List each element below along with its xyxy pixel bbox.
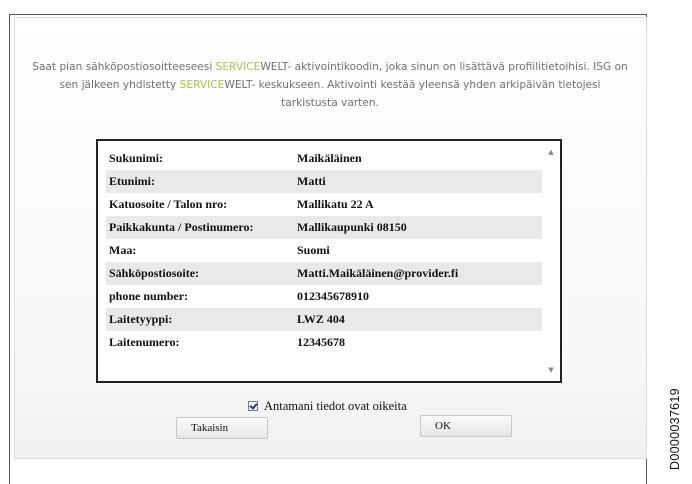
row-value: LWZ 404 — [297, 312, 345, 326]
row-label: Paikkakunta / Postinumero: — [109, 220, 254, 234]
confirm-label: Antamani tiedot ovat oikeita — [264, 398, 407, 413]
confirm-row[interactable]: Antamani tiedot ovat oikeita — [248, 398, 407, 414]
row-label: Laitetyyppi: — [109, 312, 173, 326]
brand-service-2: SERVICE — [179, 79, 225, 91]
row-value: 12345678 — [297, 335, 345, 349]
table-row: Sukunimi: Maikäläinen — [106, 147, 542, 170]
confirm-checkbox[interactable] — [248, 401, 258, 411]
table-row: Laitetyyppi: LWZ 404 — [106, 308, 542, 331]
scroll-up-arrow-icon[interactable]: ▲ — [546, 147, 556, 157]
row-label: Sukunimi: — [109, 151, 164, 165]
row-label: phone number: — [109, 289, 189, 303]
table-row: Maa: Suomi — [106, 239, 542, 262]
row-label: Laitenumero: — [109, 335, 180, 349]
row-value: 012345678910 — [297, 289, 369, 303]
row-value: Matti — [297, 174, 326, 188]
activation-message: Saat pian sähköpostiosoitteeseesi SERVIC… — [30, 58, 630, 112]
scroll-down-arrow-icon[interactable]: ▼ — [546, 365, 556, 375]
row-label: Etunimi: — [109, 174, 156, 188]
document-id: D0000037619 — [668, 388, 682, 470]
table-row: Laitenumero: 12345678 — [106, 331, 542, 354]
table-rows: Sukunimi: Maikäläinen Etunimi: Matti Katuo… — [106, 147, 542, 354]
message-part-3: WELT- keskukseen. Aktivointi kestää ylee… — [224, 79, 601, 109]
row-value: Matti.Maikäläinen@provider.fi — [297, 266, 459, 280]
table-row: phone number: 012345678910 — [106, 285, 542, 308]
table-row: Paikkakunta / Postinumero: Mallikaupunki … — [106, 216, 542, 239]
table-row: Katuosoite / Talon nro: Mallikatu 22 A — [106, 193, 542, 216]
table-scrollbar[interactable]: ▲ ▼ — [546, 147, 556, 375]
back-button[interactable]: Takaisin — [176, 417, 268, 439]
row-label: Katuosoite / Talon nro: — [109, 197, 228, 211]
table-row: Sähköpostiosoite: Matti.Maikäläinen@provi… — [106, 262, 542, 285]
row-label: Maa: — [109, 243, 137, 257]
ok-button[interactable]: OK — [420, 415, 512, 437]
table-row: Etunimi: Matti — [106, 170, 542, 193]
row-value: Maikäläinen — [297, 151, 362, 165]
row-value: Mallikaupunki 08150 — [297, 220, 407, 234]
row-label: Sähköpostiosoite: — [109, 266, 200, 280]
user-data-table: Sukunimi: Maikäläinen Etunimi: Matti Katuo… — [96, 139, 562, 383]
row-value: Suomi — [297, 243, 330, 257]
brand-service: SERVICE — [215, 61, 261, 73]
row-value: Mallikatu 22 A — [297, 197, 374, 211]
message-part-1: Saat pian sähköpostiosoitteeseesi — [32, 61, 216, 73]
